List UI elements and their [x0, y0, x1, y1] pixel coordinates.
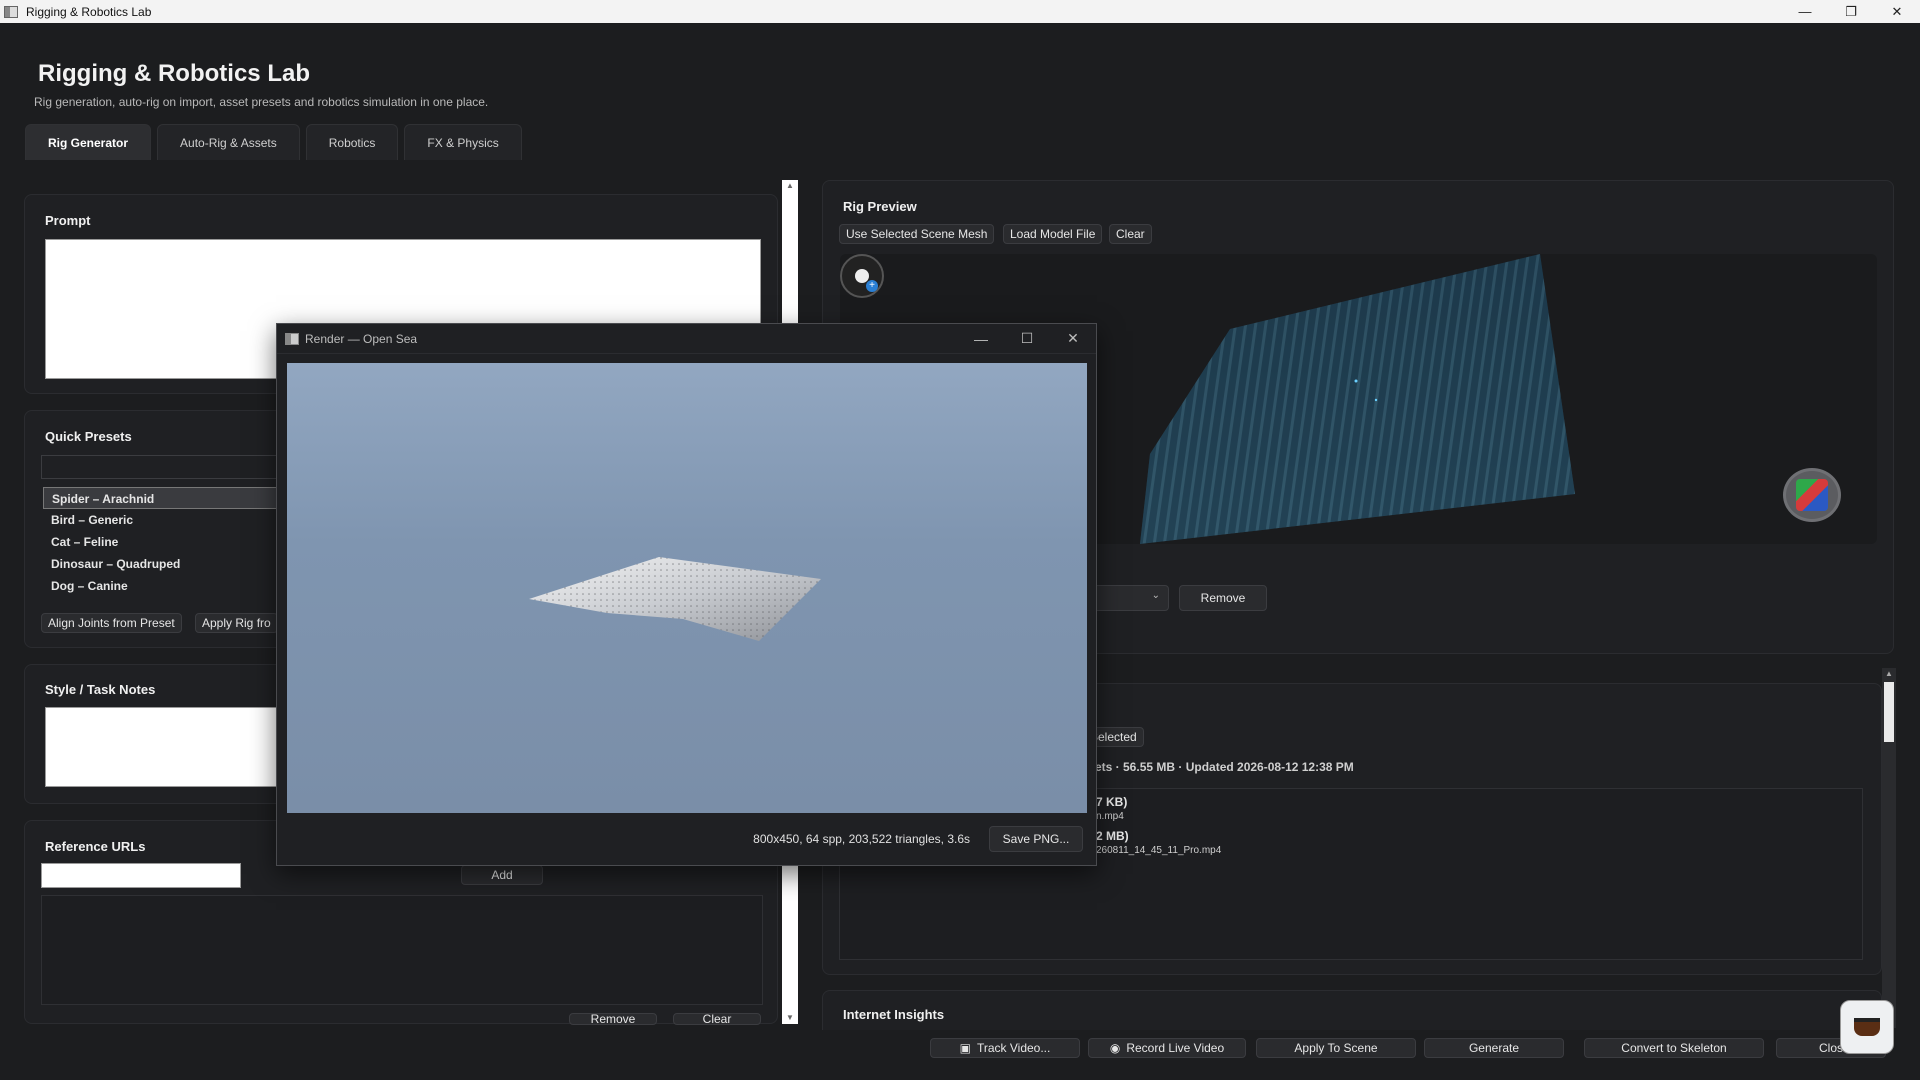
track-video-button[interactable]: ▣ Track Video...	[930, 1038, 1080, 1058]
scroll-thumb[interactable]	[1884, 682, 1894, 742]
film-icon: ▣	[959, 1041, 971, 1055]
clear-urls-button[interactable]: Clear	[673, 1013, 761, 1025]
tab-auto-rig-assets[interactable]: Auto-Rig & Assets	[157, 124, 300, 160]
tab-robotics[interactable]: Robotics	[305, 124, 399, 160]
main-tabs: Rig Generator Auto-Rig & Assets Robotics…	[25, 124, 522, 160]
asset-summary: ets · 56.55 MB · Updated 2026-08-12 12:3…	[1095, 760, 1354, 774]
align-joints-button[interactable]: Align Joints from Preset	[41, 613, 182, 633]
add-url-button[interactable]: Add	[461, 865, 543, 885]
window-titlebar: Rigging & Robotics Lab — ❐ ✕	[0, 0, 1920, 23]
restore-icon[interactable]: ❐	[1828, 0, 1874, 23]
chevron-down-icon: ⌄	[1151, 590, 1160, 601]
right-scrollbar[interactable]: ▲	[1882, 668, 1896, 1028]
record-live-video-button[interactable]: ◉ Record Live Video	[1088, 1038, 1246, 1058]
load-model-button[interactable]: Load Model File	[1003, 224, 1103, 244]
render-stats: 800x450, 64 spp, 203,522 triangles, 3.6s	[753, 832, 970, 846]
quick-presets-title: Quick Presets	[45, 429, 132, 444]
style-notes-title: Style / Task Notes	[45, 682, 156, 697]
window-title: Rigging & Robotics Lab	[26, 4, 152, 19]
close-icon[interactable]: ✕	[1874, 0, 1920, 23]
reference-url-list[interactable]	[41, 895, 763, 1005]
apply-to-scene-button[interactable]: Apply To Scene	[1256, 1038, 1416, 1058]
tab-fx-physics[interactable]: FX & Physics	[404, 124, 522, 160]
minimize-icon[interactable]: —	[1782, 0, 1828, 23]
reference-url-input[interactable]	[41, 863, 241, 888]
render-image	[287, 363, 1087, 813]
app-subtitle: Rig generation, auto-rig on import, asse…	[34, 95, 489, 109]
orientation-gizmo-icon[interactable]	[1783, 468, 1841, 522]
reference-urls-title: Reference URLs	[45, 839, 146, 854]
render-titlebar: Render — Open Sea — ☐ ✕	[277, 324, 1096, 354]
file-name: n.mp4	[1096, 811, 1124, 822]
render-window-title: Render — Open Sea	[305, 331, 418, 346]
scroll-up-icon[interactable]: ▲	[782, 180, 798, 192]
generate-button[interactable]: Generate	[1424, 1038, 1564, 1058]
internet-insights-title: Internet Insights	[843, 1007, 945, 1022]
rig-preview-title: Rig Preview	[843, 199, 917, 214]
scroll-up-icon[interactable]: ▲	[1882, 668, 1896, 680]
maximize-icon[interactable]: ☐	[1004, 330, 1050, 347]
tab-rig-generator[interactable]: Rig Generator	[25, 124, 152, 160]
camera-add-icon[interactable]: +	[840, 254, 884, 298]
file-name: 260811_14_45_11_Pro.mp4	[1096, 845, 1222, 856]
scroll-down-icon[interactable]: ▼	[782, 1012, 798, 1024]
save-png-button[interactable]: Save PNG...	[989, 826, 1083, 852]
remove-url-button[interactable]: Remove	[569, 1013, 657, 1025]
record-icon: ◉	[1109, 1041, 1121, 1055]
remove-rig-button[interactable]: Remove	[1179, 585, 1267, 611]
use-selected-mesh-button[interactable]: Use Selected Scene Mesh	[839, 224, 995, 244]
clear-preview-button[interactable]: Clear	[1109, 224, 1152, 244]
convert-to-skeleton-button[interactable]: Convert to Skeleton	[1584, 1038, 1764, 1058]
app-icon	[4, 5, 18, 18]
minimize-icon[interactable]: —	[958, 331, 1004, 347]
coffee-icon[interactable]	[1840, 1000, 1894, 1054]
apply-rig-button[interactable]: Apply Rig fro	[195, 613, 278, 633]
close-icon[interactable]: ✕	[1050, 330, 1096, 347]
file-size: 7 KB)	[1096, 795, 1128, 809]
app-title: Rigging & Robotics Lab	[38, 60, 310, 87]
render-window: Render — Open Sea — ☐ ✕ 800x450, 64 spp,…	[276, 323, 1097, 866]
file-size: 2 MB)	[1096, 829, 1129, 843]
internet-insights-panel: Internet Insights	[822, 990, 1882, 1030]
render-app-icon	[285, 332, 299, 345]
open-sea-render-graphic	[529, 557, 821, 641]
prompt-title: Prompt	[45, 213, 91, 228]
